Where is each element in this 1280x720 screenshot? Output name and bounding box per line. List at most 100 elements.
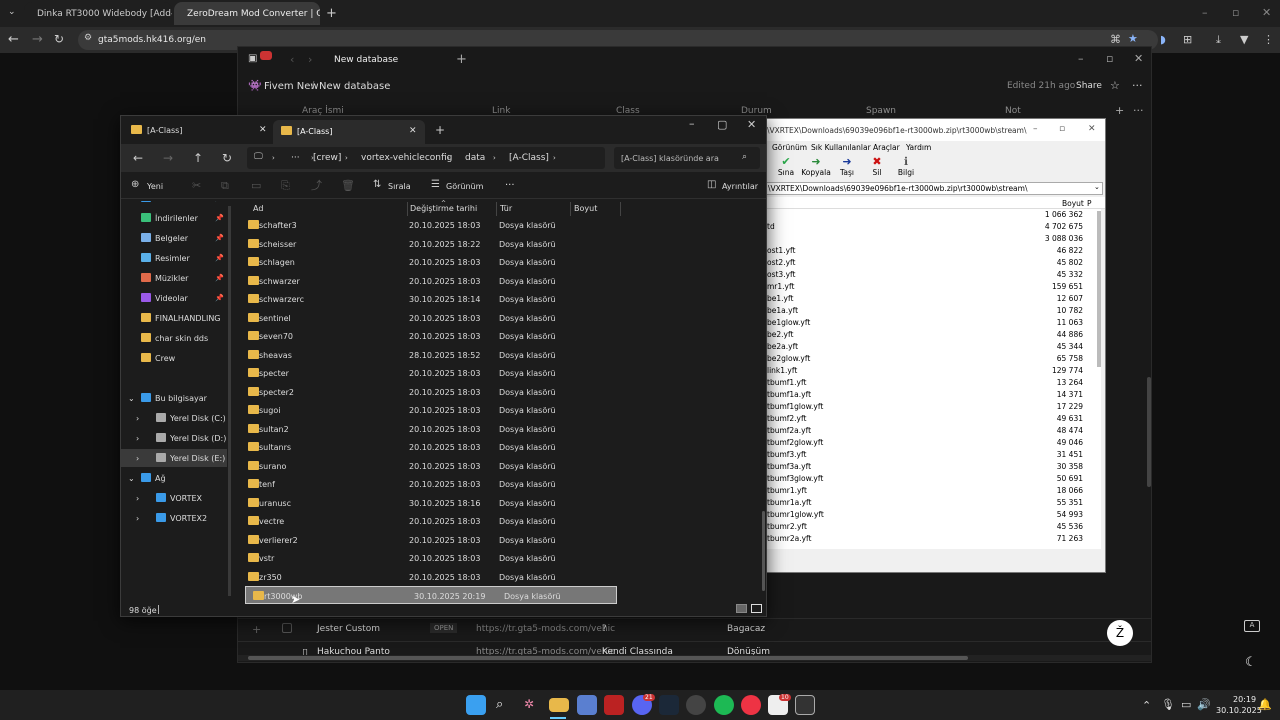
reader-mode-icon[interactable]: A [1244, 620, 1260, 632]
more-icon[interactable]: ··· [1133, 105, 1144, 116]
info-button[interactable]: ℹ Bilgi [895, 155, 917, 179]
file-row[interactable]: specter2 20.10.2025 18:03 Dosya klasörü [241, 383, 621, 401]
site-info-icon[interactable]: ⚙ [84, 34, 92, 43]
minimize-icon[interactable]: – [1078, 53, 1084, 64]
file-row[interactable]: zr350 20.10.2025 18:03 Dosya klasörü [241, 568, 621, 586]
chevron-down-icon[interactable]: ⌄ [1094, 183, 1100, 191]
breadcrumb-item[interactable]: data [465, 153, 485, 163]
new-button[interactable]: Yeni [147, 182, 163, 191]
share-button[interactable]: Share [1076, 81, 1102, 91]
file-row[interactable]: sugoi 20.10.2025 18:03 Dosya klasörü [241, 401, 621, 419]
delete-icon[interactable]: 🗑 [341, 180, 355, 191]
sidebar-item[interactable]: İndirilenler 📌 [121, 209, 227, 227]
browser-tab-2[interactable]: ZeroDream Mod Converter | GT ✕ [174, 2, 320, 25]
recorder-icon[interactable] [604, 695, 624, 715]
chevron-right-icon[interactable]: › [493, 154, 496, 162]
close-window-icon[interactable]: ✕ [747, 119, 756, 130]
breadcrumb-item[interactable]: [crew] [313, 153, 341, 163]
details-view-icon[interactable] [736, 604, 747, 613]
column-divider[interactable] [570, 202, 571, 216]
zip-file-row[interactable]: ost1.yft 46 822 [763, 245, 1101, 257]
column-header-date[interactable]: Değiştirme tarihi [410, 204, 477, 213]
chevron-right-icon[interactable]: › [136, 434, 139, 443]
zip-file-row[interactable]: be2glow.yft 65 758 [763, 353, 1101, 365]
back-icon[interactable]: ← [133, 152, 143, 164]
sort-icon[interactable]: ⇅ [373, 180, 381, 190]
zip-file-row[interactable]: be2.yft 44 886 [763, 329, 1101, 341]
zip-file-row[interactable]: tbumr2a.yft 71 263 [763, 533, 1101, 545]
column-divider[interactable] [407, 202, 408, 216]
file-row[interactable]: schwarzer 20.10.2025 18:03 Dosya klasörü [241, 272, 621, 290]
start-icon[interactable] [466, 695, 486, 715]
file-explorer-icon[interactable] [549, 698, 569, 712]
new-tab-icon[interactable]: + [456, 53, 467, 66]
forward-icon[interactable]: → [163, 152, 173, 164]
chevron-right-icon[interactable]: › [553, 154, 556, 162]
new-tab-icon[interactable]: + [435, 124, 445, 136]
zip-file-row[interactable]: be2a.yft 45 344 [763, 341, 1101, 353]
file-row[interactable]: vstr 20.10.2025 18:03 Dosya klasörü [241, 549, 621, 567]
file-row[interactable]: seven70 20.10.2025 18:03 Dosya klasörü [241, 327, 621, 345]
extension-icon[interactable]: ◗ [1160, 34, 1166, 45]
file-row[interactable]: specter 20.10.2025 18:03 Dosya klasörü [241, 364, 621, 382]
file-row[interactable]: scheisser 20.10.2025 18:22 Dosya klasörü [241, 235, 621, 253]
tray-chevron-up-icon[interactable]: ⌃ [1142, 700, 1151, 711]
scrollbar-thumb[interactable] [248, 656, 968, 660]
menu-icon[interactable]: ⋮ [1263, 34, 1274, 45]
sidebar-item[interactable]: Videolar 📌 [121, 289, 227, 307]
refresh-icon[interactable]: ↻ [222, 152, 232, 164]
close-window-icon[interactable]: ✕ [1088, 125, 1096, 134]
zip-file-row[interactable]: ost2.yft 45 802 [763, 257, 1101, 269]
column-header-spawn[interactable]: Spawn [866, 106, 896, 116]
file-row[interactable]: schwarzerc 30.10.2025 18:14 Dosya klasörü [241, 290, 621, 308]
file-row[interactable]: surano 20.10.2025 18:03 Dosya klasörü [241, 457, 621, 475]
open-button[interactable]: OPEN [430, 623, 458, 633]
favorite-star-icon[interactable]: ☆ [1110, 80, 1120, 91]
forward-icon[interactable]: → [32, 33, 43, 46]
zip-file-row[interactable]: link1.yft 129 774 [763, 365, 1101, 377]
zip-address-bar[interactable]: \VXRTEX\Downloads\69039e096bf1e-rt3000wb… [765, 182, 1103, 195]
column-header-type[interactable]: Tür [500, 204, 512, 213]
close-icon[interactable]: ✕ [409, 126, 417, 136]
explorer-tab-2[interactable]: [A-Class] ✕ [273, 120, 425, 144]
breadcrumb-more[interactable]: ··· [291, 153, 300, 163]
new-icon[interactable]: ⊕ [131, 180, 139, 190]
size-column-header[interactable]: Boyut [1062, 199, 1084, 208]
app-icon[interactable] [686, 695, 706, 715]
file-row[interactable]: verlierer2 20.10.2025 18:03 Dosya klasörü [241, 531, 621, 549]
steam-icon[interactable] [659, 695, 679, 715]
zip-file-row[interactable]: tbumr2.yft 45 536 [763, 521, 1101, 533]
notification-icon[interactable]: 🔔 [1258, 699, 1272, 710]
column-divider[interactable] [496, 202, 497, 216]
minimize-icon[interactable]: – [1033, 125, 1038, 134]
sidebar-item[interactable]: › VORTEX [121, 489, 227, 507]
zip-file-row[interactable]: tbumf2glow.yft 49 046 [763, 437, 1101, 449]
sidebar-item[interactable]: Crew [121, 349, 227, 367]
column-header-name[interactable]: Ad [253, 204, 263, 213]
zip-file-row[interactable]: tbumr1glow.yft 54 993 [763, 509, 1101, 521]
sidebar-item[interactable]: Müzikler 📌 [121, 269, 227, 287]
maximize-icon[interactable]: ▫ [1106, 53, 1113, 64]
profile-icon[interactable]: ▼ [1240, 34, 1248, 45]
back-icon[interactable]: ‹ [290, 54, 294, 65]
file-row[interactable]: vectre 20.10.2025 18:03 Dosya klasörü [241, 512, 621, 530]
minimize-icon[interactable]: – [1202, 7, 1208, 18]
delete-button[interactable]: ✖ Sil [866, 155, 888, 179]
zip-file-row[interactable]: 3 088 036 [763, 233, 1101, 245]
chrome-icon[interactable] [741, 695, 761, 715]
copy-icon[interactable]: ⧉ [221, 180, 229, 191]
zip-file-row[interactable]: tbumf3a.yft 30 358 [763, 461, 1101, 473]
search-input[interactable]: [A-Class] klasöründe ara ⌕ [614, 147, 760, 169]
sidebar-item[interactable]: Masaüstü 📌 [121, 201, 227, 207]
vertical-scrollbar[interactable] [762, 511, 765, 591]
more-icon[interactable]: ··· [1132, 80, 1143, 91]
vertical-scrollbar[interactable] [1147, 377, 1151, 487]
search-icon[interactable]: ⌕ [742, 153, 747, 162]
zip-file-row[interactable]: tbumf3.yft 31 451 [763, 449, 1101, 461]
forward-icon[interactable]: › [308, 54, 312, 65]
maximize-icon[interactable]: ▫ [1059, 125, 1065, 134]
sidebar-item[interactable]: › Yerel Disk (E:) [121, 449, 227, 467]
zip-file-row[interactable]: tbumf1glow.yft 17 229 [763, 401, 1101, 413]
breadcrumb-item[interactable]: [A-Class] [509, 153, 549, 163]
chevron-right-icon[interactable]: › [136, 454, 139, 463]
